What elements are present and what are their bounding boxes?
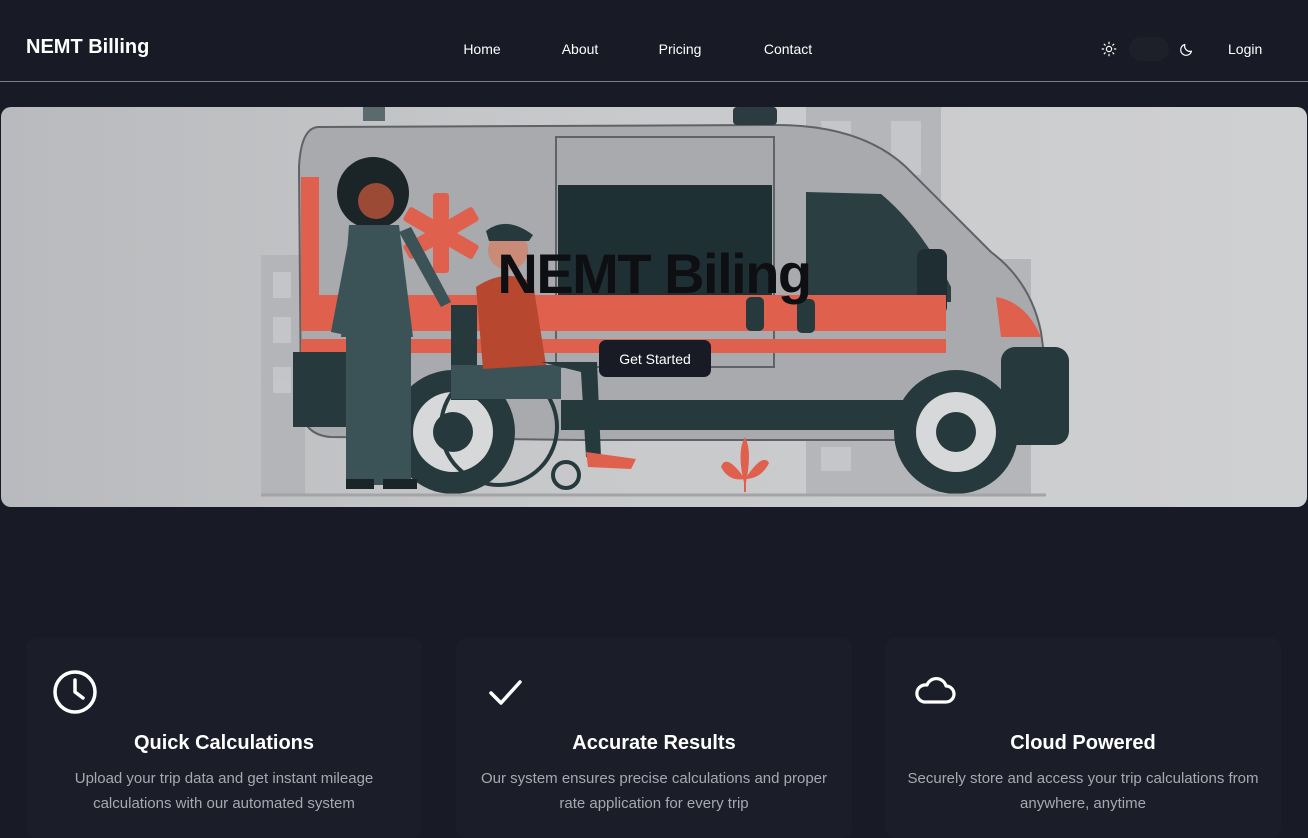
nav-link-about[interactable]: About: [562, 41, 599, 57]
hero-banner: NEMT Biling Get Started: [1, 107, 1307, 507]
ambulance-illustration: [261, 107, 1069, 497]
sun-icon[interactable]: [1101, 41, 1117, 57]
feature-title: Quick Calculations: [133, 732, 315, 754]
feature-card-accurate-results: Accurate Results Our system ensures prec…: [456, 638, 852, 838]
cloud-icon: [915, 676, 956, 704]
nav-link-home[interactable]: Home: [463, 41, 500, 57]
login-link[interactable]: Login: [1228, 41, 1262, 57]
hero-title: NEMT Biling: [497, 242, 812, 305]
nav-link-contact[interactable]: Contact: [764, 41, 812, 57]
get-started-button[interactable]: Get Started: [599, 340, 711, 377]
feature-title: Cloud Powered: [1010, 732, 1156, 754]
check-icon: [489, 680, 522, 705]
feature-card-cloud-powered: Cloud Powered Securely store and access …: [885, 638, 1281, 838]
clock-icon: [53, 670, 97, 714]
feature-description: Upload your trip data and get instant mi…: [74, 770, 374, 812]
feature-title: Accurate Results: [572, 732, 736, 754]
navbar: NEMT Billing Home About Pricing Contact …: [0, 0, 1308, 82]
feature-description: Our system ensures precise calculations …: [481, 770, 827, 812]
moon-icon[interactable]: [1179, 41, 1195, 57]
feature-description: Securely store and access your trip calc…: [907, 770, 1259, 812]
nav-link-pricing[interactable]: Pricing: [659, 41, 702, 57]
theme-toggle[interactable]: [1129, 37, 1169, 61]
feature-card-quick-calculations: Quick Calculations Upload your trip data…: [26, 638, 422, 838]
